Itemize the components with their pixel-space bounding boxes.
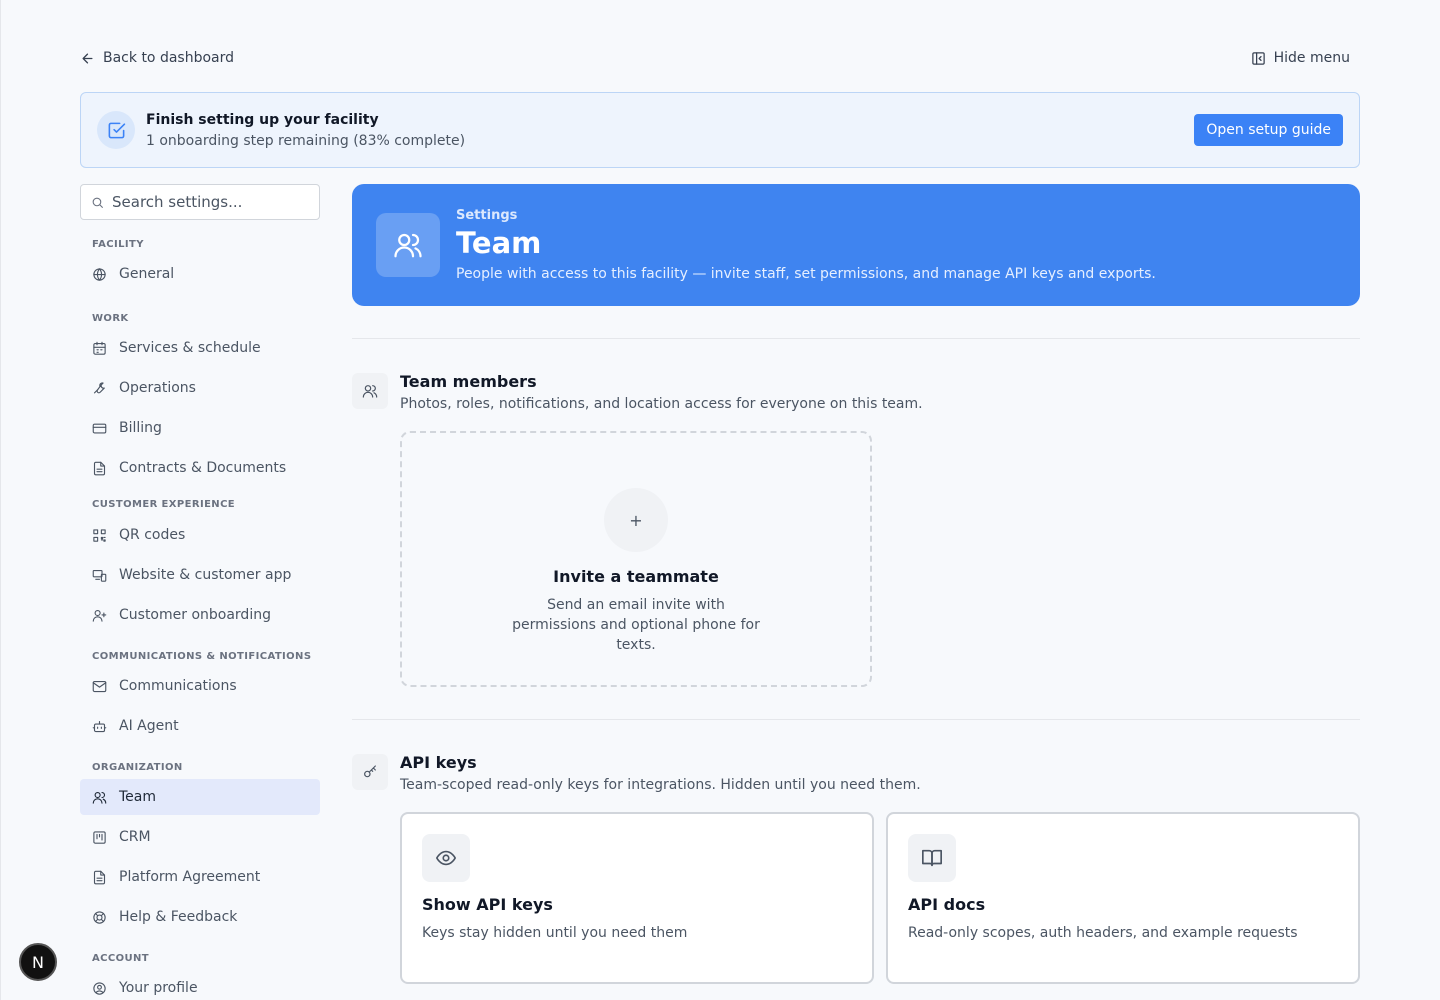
sidebar-item-billing[interactable]: Billing [80,410,320,446]
qr-code-icon [93,528,106,542]
book-icon [908,834,956,882]
sidebar-item-label: Website & customer app [119,567,292,583]
sidebar-item-label: Operations [119,380,196,396]
invite-teammate-card[interactable]: + Invite a teammate Send an email invite… [400,431,872,687]
api-card-description: Keys stay hidden until you need them [422,925,688,941]
api-card-title: API docs [908,895,986,914]
open-setup-guide-button[interactable]: Open setup guide [1194,114,1343,146]
show-api-keys-card[interactable]: Show API keys Keys stay hidden until you… [400,812,874,984]
sidebar-item-label: Customer onboarding [119,607,271,623]
top-bar: Back to dashboard Hide menu [80,44,1360,72]
users-icon [92,791,107,804]
plus-icon: + [604,488,668,552]
sidebar-item-label: General [119,266,175,282]
sidebar-item-communications[interactable]: Communications [80,668,320,704]
devices-icon [92,569,107,582]
api-keys-description: Team-scoped read-only keys for integrati… [400,777,921,793]
api-keys-title: API keys [400,753,477,772]
user-plus-icon [92,609,107,622]
sidebar-item-label: Communications [119,678,237,694]
page-subtitle: People with access to this facility — in… [456,266,1156,282]
sidebar-item-ai-agent[interactable]: AI Agent [80,708,320,744]
sidebar-item-label: Your profile [119,980,198,996]
sidebar-item-crm[interactable]: CRM [80,819,320,855]
section-label-account: ACCOUNT [92,952,150,964]
api-docs-card[interactable]: API docs Read-only scopes, auth headers,… [886,812,1360,984]
section-label-customer-experience: CUSTOMER EXPERIENCE [92,498,236,510]
document-icon [93,870,106,884]
sidebar-item-customer-onboarding[interactable]: Customer onboarding [80,597,320,633]
section-label-communications-notifications: COMMUNICATIONS & NOTIFICATIONS [92,650,312,662]
search-icon [92,197,103,208]
page-header-card: Settings Team People with access to this… [352,184,1360,306]
search-input[interactable] [112,193,309,211]
sidebar-item-label: QR codes [119,527,186,543]
team-members-description: Photos, roles, notifications, and locati… [400,396,923,412]
wrench-icon [93,381,105,393]
sidebar-item-general[interactable]: General [80,256,320,292]
banner-subtitle: 1 onboarding step remaining (83% complet… [146,132,466,149]
hide-menu-label: Hide menu [1273,50,1350,66]
globe-icon [93,267,106,281]
dev-tools-badge[interactable]: N [19,943,57,981]
users-icon [352,373,388,409]
sidebar-item-label: Services & schedule [119,340,261,356]
hide-menu-button[interactable]: Hide menu [1251,50,1350,66]
sidebar-item-label: Platform Agreement [119,869,261,885]
kanban-icon [93,830,106,844]
section-label-organization: ORGANIZATION [92,761,183,773]
bot-icon [92,720,107,732]
sidebar-item-label: CRM [119,829,151,845]
page-title: Team [456,226,542,260]
search-box[interactable] [80,184,320,220]
document-icon [93,461,106,475]
setup-banner: Finish setting up your facility 1 onboar… [80,92,1360,168]
eye-icon [422,834,470,882]
sidebar-item-qr-codes[interactable]: QR codes [80,517,320,553]
banner-title: Finish setting up your facility [146,111,379,128]
sidebar-item-website-customer-app[interactable]: Website & customer app [80,557,320,593]
back-label: Back to dashboard [103,50,235,66]
team-members-title: Team members [400,372,537,391]
sidebar-item-label: Billing [119,420,162,436]
sidebar-item-label: AI Agent [119,718,179,734]
credit-card-icon [92,423,107,433]
panel-collapse-icon [1251,51,1265,65]
page-left-border [0,0,1,1000]
section-divider [352,719,1360,720]
checkbox-icon [97,111,135,149]
mail-icon [92,680,107,692]
sidebar-item-operations[interactable]: Operations [80,370,320,406]
sidebar-item-label: Contracts & Documents [119,460,287,476]
invite-description: Send an email invite with permissions an… [512,597,760,653]
sidebar-item-label: Team [119,789,157,805]
api-card-title: Show API keys [422,895,553,914]
sidebar-item-help-feedback[interactable]: Help & Feedback [80,899,320,935]
settings-sidebar: FACILITY General WORK Services & schedul… [80,184,320,1000]
page-eyebrow: Settings [456,208,518,223]
key-icon [352,754,388,790]
api-card-description: Read-only scopes, auth headers, and exam… [908,925,1298,941]
sidebar-item-team[interactable]: Team [80,779,320,815]
invite-title: Invite a teammate [553,567,719,586]
sidebar-item-label: Help & Feedback [119,909,238,925]
lifebuoy-icon [93,910,106,924]
section-label-work: WORK [92,312,129,324]
sidebar-item-your-profile[interactable]: Your profile [80,970,320,1000]
sidebar-item-services-schedule[interactable]: Services & schedule [80,330,320,366]
sidebar-item-contracts-documents[interactable]: Contracts & Documents [80,450,320,486]
back-to-dashboard-link[interactable]: Back to dashboard [80,50,234,66]
arrow-left-icon [82,53,93,63]
section-label-facility: FACILITY [92,238,144,250]
calendar-icon [93,341,106,355]
user-circle-icon [93,981,106,995]
sidebar-item-platform-agreement[interactable]: Platform Agreement [80,859,320,895]
section-divider [352,338,1360,339]
users-icon [376,213,440,277]
